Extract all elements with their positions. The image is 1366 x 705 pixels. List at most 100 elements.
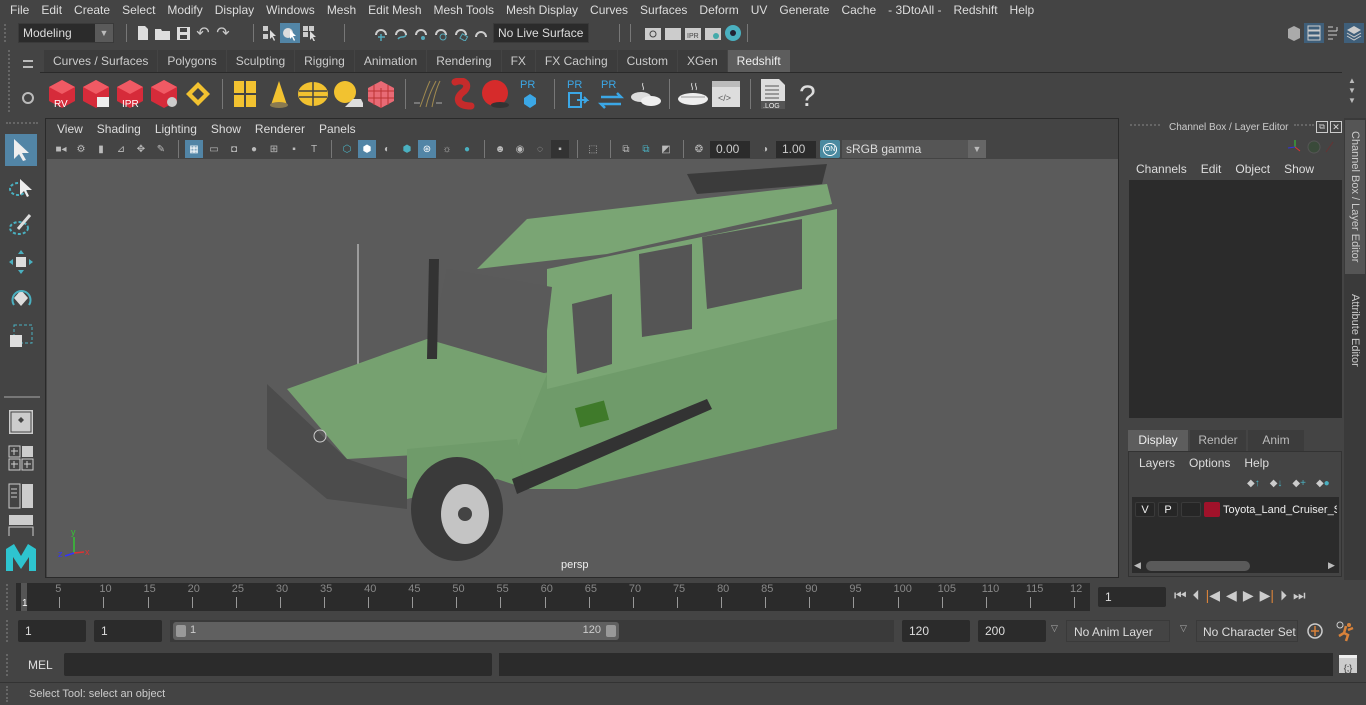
create-layer-from-selected-icon[interactable]: ◆●: [1316, 478, 1330, 489]
channel-box-menu-show[interactable]: Show: [1284, 162, 1314, 176]
menu-uv[interactable]: UV: [745, 3, 774, 17]
shelf-tab-polygons[interactable]: Polygons: [158, 50, 226, 72]
resolution-gate-icon[interactable]: ◘: [225, 140, 243, 158]
menu-mesh-tools[interactable]: Mesh Tools: [428, 3, 500, 17]
menu-create[interactable]: Create: [68, 3, 116, 17]
shelf-tab-fx-caching[interactable]: FX Caching: [535, 50, 617, 72]
snap-view-plane-icon[interactable]: [451, 23, 471, 43]
play-forwards-icon[interactable]: ▶: [1243, 587, 1254, 604]
motion-blur-icon[interactable]: ◉: [511, 140, 529, 158]
xray-joints-icon[interactable]: ◩: [657, 140, 675, 158]
float-panel-icon[interactable]: ⧉: [1316, 121, 1328, 133]
menu-file[interactable]: File: [4, 3, 35, 17]
character-set-chevron-icon[interactable]: ▽: [1180, 623, 1187, 634]
range-start-handle[interactable]: [176, 625, 186, 637]
rs-pr-import-icon[interactable]: PR: [561, 77, 593, 111]
timeline-track[interactable]: 1 5 10 15 20 25 30 35 40 45 50 55 60 65 70 75 80 85 90 95 1…: [16, 583, 1090, 611]
render-frame-icon[interactable]: [663, 23, 683, 43]
paint-select-tool-icon[interactable]: [5, 208, 37, 240]
channel-box-menu-edit[interactable]: Edit: [1201, 162, 1222, 176]
shelf-tab-animation[interactable]: Animation: [354, 50, 427, 72]
viewport-menu-view[interactable]: View: [50, 122, 90, 136]
layer-menu-layers[interactable]: Layers: [1139, 456, 1175, 470]
anti-aliasing-icon[interactable]: ◌: [531, 140, 549, 158]
viewport-menu-shading[interactable]: Shading: [90, 122, 148, 136]
film-gate-icon[interactable]: ▭: [205, 140, 223, 158]
vehicle-model[interactable]: [47, 159, 1118, 577]
go-to-end-icon[interactable]: ⏭: [1293, 587, 1306, 604]
layer-list-hscrollbar[interactable]: ◀ ▶: [1132, 559, 1339, 573]
move-layer-up-icon[interactable]: ◆↑: [1247, 478, 1260, 489]
channel-box-manip-icons[interactable]: [1284, 138, 1334, 156]
depth-of-field-icon[interactable]: ▪: [551, 140, 569, 158]
select-tool-icon[interactable]: [5, 134, 37, 166]
attribute-editor-toggle-icon[interactable]: [1324, 23, 1344, 43]
menu-set-dropdown[interactable]: Modeling ▼: [18, 23, 114, 43]
range-slider-track[interactable]: 1 120: [170, 620, 894, 642]
layer-row[interactable]: V P Toyota_Land_Cruiser_S: [1135, 502, 1337, 517]
menu-edit[interactable]: Edit: [35, 3, 68, 17]
xray-icon[interactable]: ⧉: [617, 140, 635, 158]
render-settings-icon[interactable]: [703, 23, 723, 43]
shelf-tab-rigging[interactable]: Rigging: [295, 50, 354, 72]
redo-icon[interactable]: ↷: [213, 23, 233, 43]
outliner-persp-layout-icon[interactable]: [5, 480, 37, 512]
menu-windows[interactable]: Windows: [260, 3, 321, 17]
screen-space-ao-icon[interactable]: ☻: [491, 140, 509, 158]
snap-curve-icon[interactable]: [391, 23, 411, 43]
character-set-dropdown[interactable]: No Character Set: [1196, 620, 1298, 642]
shelf-grip[interactable]: [8, 50, 12, 112]
shelf-tab-fx[interactable]: FX: [501, 50, 535, 72]
ipr-render-icon[interactable]: IPR: [683, 23, 703, 43]
textured-icon[interactable]: ⊛: [418, 140, 436, 158]
shelf-gear-icon[interactable]: [22, 92, 34, 104]
viewport-canvas[interactable]: y x z persp: [47, 159, 1118, 577]
grid-icon[interactable]: ▦: [185, 140, 203, 158]
channel-box-toggle-icon[interactable]: [1304, 23, 1324, 43]
shadows-icon[interactable]: ●: [458, 140, 476, 158]
modeling-toolkit-icon[interactable]: [1284, 23, 1304, 43]
bookmarks-icon[interactable]: ▮: [92, 140, 110, 158]
menu-generate[interactable]: Generate: [773, 3, 835, 17]
color-management-toggle[interactable]: ON: [820, 140, 840, 158]
single-perspective-layout-icon[interactable]: [5, 406, 37, 438]
select-camera-icon[interactable]: ■◂: [52, 140, 70, 158]
rs-dome-light-icon[interactable]: [297, 77, 329, 111]
anim-layer-dropdown[interactable]: No Anim Layer: [1066, 620, 1170, 642]
2d-pan-zoom-icon[interactable]: ✥: [132, 140, 150, 158]
auto-key-icon[interactable]: [1306, 622, 1324, 640]
rs-area-light-icon[interactable]: [182, 77, 214, 111]
menu-mesh[interactable]: Mesh: [321, 3, 362, 17]
rs-ipr-icon[interactable]: IPR: [114, 77, 146, 111]
four-view-layout-icon[interactable]: [5, 442, 37, 474]
shelf-tab-custom[interactable]: Custom: [617, 50, 677, 72]
viewport-menu-panels[interactable]: Panels: [312, 122, 363, 136]
image-plane-icon[interactable]: ⊿: [112, 140, 130, 158]
menu-curves[interactable]: Curves: [584, 3, 634, 17]
animation-end-field[interactable]: 200: [978, 620, 1046, 642]
rs-sphere-icon[interactable]: [480, 77, 512, 111]
scroll-right-icon[interactable]: ▶: [1328, 560, 1335, 571]
grease-pencil-icon[interactable]: ✎: [152, 140, 170, 158]
close-panel-icon[interactable]: ✕: [1330, 121, 1342, 133]
command-language-label[interactable]: MEL: [28, 658, 53, 672]
side-tab-channel-box[interactable]: Channel Box / Layer Editor: [1345, 120, 1365, 274]
side-tab-attribute-editor[interactable]: Attribute Editor: [1345, 280, 1365, 380]
channel-box-menu-object[interactable]: Object: [1235, 162, 1270, 176]
playback-start-field[interactable]: 1: [94, 620, 162, 642]
gamma-icon[interactable]: ◑: [756, 140, 774, 158]
play-backwards-icon[interactable]: ◀: [1226, 587, 1237, 604]
menu-display[interactable]: Display: [209, 3, 260, 17]
move-tool-icon[interactable]: [5, 246, 37, 278]
new-scene-icon[interactable]: [133, 23, 153, 43]
layer-menu-options[interactable]: Options: [1189, 456, 1230, 470]
menu-edit-mesh[interactable]: Edit Mesh: [362, 3, 427, 17]
viewport-menu-renderer[interactable]: Renderer: [248, 122, 312, 136]
save-scene-icon[interactable]: [173, 23, 193, 43]
rs-bake-multi-icon[interactable]: [629, 77, 661, 111]
layer-color-swatch[interactable]: [1204, 502, 1220, 517]
animation-start-field[interactable]: 1: [18, 620, 86, 642]
rs-physical-light-icon[interactable]: [263, 77, 295, 111]
rs-portal-light-icon[interactable]: [229, 77, 261, 111]
rs-help-icon[interactable]: ?: [791, 77, 823, 111]
